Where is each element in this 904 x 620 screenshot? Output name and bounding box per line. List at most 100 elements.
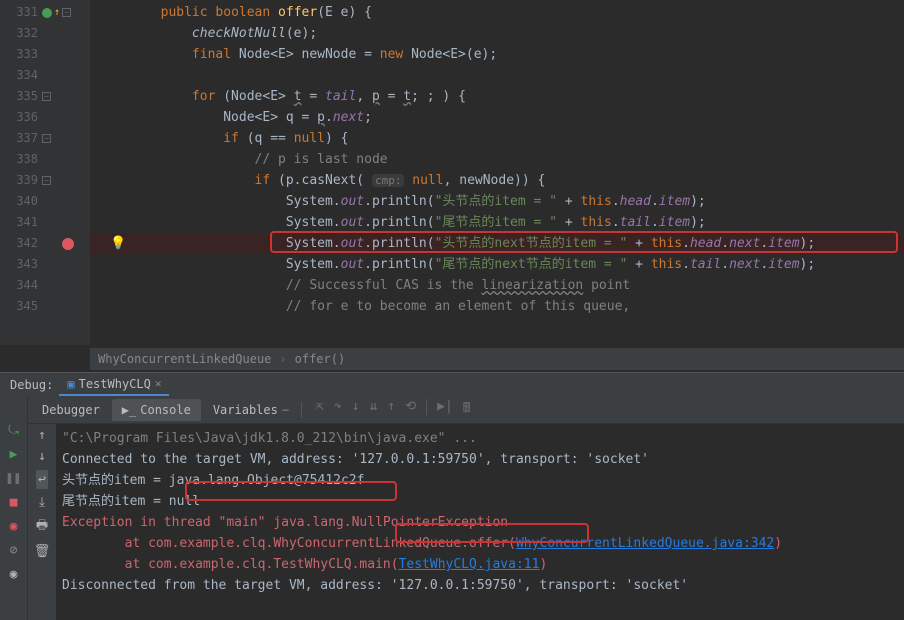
console-icon: ▶_ xyxy=(122,403,136,417)
line-number: 333 xyxy=(4,44,38,65)
line-number: 336 xyxy=(4,107,38,128)
tab-console[interactable]: ▶_ Console xyxy=(112,399,201,421)
camera-icon[interactable]: ◉ xyxy=(6,566,22,582)
code-line[interactable]: checkNotNull(e); xyxy=(90,23,904,44)
show-execution-point-icon[interactable]: ⇱ xyxy=(316,399,324,421)
scroll-down-icon[interactable]: ↓ xyxy=(38,449,46,464)
debug-run-tab[interactable]: ▣ TestWhyCLQ ✕ xyxy=(59,373,169,396)
override-icon[interactable] xyxy=(42,8,52,18)
breakpoint-icon[interactable] xyxy=(62,238,74,250)
line-number: 344 xyxy=(4,275,38,296)
code-line[interactable]: if (p.casNext( cmp: null, newNode)) { xyxy=(90,170,904,191)
code-line[interactable]: System.out.println("头节点的item = " + this.… xyxy=(90,191,904,212)
gutter-row[interactable]: 342 xyxy=(0,233,90,254)
print-icon[interactable]: 🖶 xyxy=(36,516,48,538)
code-line[interactable] xyxy=(90,65,904,86)
breadcrumb-class[interactable]: WhyConcurrentLinkedQueue xyxy=(98,352,271,366)
tab-variables[interactable]: Variables − xyxy=(203,399,299,421)
line-number: 342 xyxy=(4,233,38,254)
pause-icon[interactable]: ❚❚ xyxy=(6,470,22,486)
console-line: 尾节点的item = null xyxy=(62,491,898,512)
code-line[interactable]: public boolean offer(E e) { xyxy=(90,2,904,23)
gutter-row[interactable]: 340 xyxy=(0,191,90,212)
code-line[interactable]: for (Node<E> t = tail, p = t; ; ) { xyxy=(90,86,904,107)
step-out-icon[interactable]: ↑ xyxy=(387,399,395,421)
line-number: 337 xyxy=(4,128,38,149)
stacktrace-link[interactable]: TestWhyCLQ.java:11 xyxy=(399,557,540,572)
step-over-icon[interactable]: ↷ xyxy=(334,399,342,421)
code-line[interactable]: // for e to become an element of this qu… xyxy=(90,296,904,317)
tab-debugger[interactable]: Debugger xyxy=(32,399,110,421)
gutter-row[interactable]: 336 xyxy=(0,107,90,128)
console-line: Disconnected from the target VM, address… xyxy=(62,575,898,596)
clear-icon[interactable]: 🗑 xyxy=(34,544,51,559)
line-number: 341 xyxy=(4,212,38,233)
mute-breakpoints-icon[interactable]: ⊘ xyxy=(6,542,22,558)
gutter-row[interactable]: 338 xyxy=(0,149,90,170)
line-number: 345 xyxy=(4,296,38,317)
code-line[interactable]: System.out.println("尾节点的next节点的item = " … xyxy=(90,254,904,275)
close-icon[interactable]: ✕ xyxy=(155,377,162,390)
code-area[interactable]: public boolean offer(E e) { checkNotNull… xyxy=(90,0,904,345)
intention-bulb-icon[interactable]: 💡 xyxy=(110,233,126,254)
step-into-icon[interactable]: ↓ xyxy=(352,399,360,421)
debug-left-toolbar: ⤿ ▶ ❚❚ ■ ◉ ⊘ ◉ xyxy=(0,396,28,620)
console-line: "C:\Program Files\Java\jdk1.8.0_212\bin\… xyxy=(62,428,898,449)
drop-frame-icon[interactable]: ⟲ xyxy=(405,399,416,421)
separator xyxy=(301,402,302,418)
code-line[interactable]: // p is last node xyxy=(90,149,904,170)
code-line[interactable]: if (q == null) { xyxy=(90,128,904,149)
line-number: 331 xyxy=(4,2,38,23)
fold-icon[interactable]: − xyxy=(42,134,51,143)
fold-icon[interactable]: − xyxy=(42,176,51,185)
console-line: 头节点的item = java.lang.Object@75412c2f xyxy=(62,470,898,491)
gutter-row[interactable]: 332 xyxy=(0,23,90,44)
code-line[interactable]: Node<E> q = p.next; xyxy=(90,107,904,128)
code-line[interactable]: 💡 System.out.println("头节点的next节点的item = … xyxy=(90,233,904,254)
gutter-row[interactable]: 345 xyxy=(0,296,90,317)
gutter-row[interactable]: 331 ↑− xyxy=(0,2,90,23)
gutter-row[interactable]: 343 xyxy=(0,254,90,275)
override-up-icon[interactable]: ↑ xyxy=(54,2,60,23)
line-number: 338 xyxy=(4,149,38,170)
line-number: 332 xyxy=(4,23,38,44)
gutter-row[interactable]: 344 xyxy=(0,275,90,296)
code-line[interactable]: final Node<E> newNode = new Node<E>(e); xyxy=(90,44,904,65)
line-number: 334 xyxy=(4,65,38,86)
rerun-icon[interactable]: ⤿ xyxy=(6,422,22,438)
gutter: 331↑−332333334335−336337−338339−34034134… xyxy=(0,0,90,345)
console-line: at com.example.clq.TestWhyCLQ.main(TestW… xyxy=(62,554,898,575)
code-line[interactable]: // Successful CAS is the linearization p… xyxy=(90,275,904,296)
resume-icon[interactable]: ▶ xyxy=(6,446,22,462)
line-number: 339 xyxy=(4,170,38,191)
code-editor[interactable]: 331↑−332333334335−336337−338339−34034134… xyxy=(0,0,904,345)
scroll-to-end-icon[interactable]: ⤓ xyxy=(39,495,45,510)
debug-tab-name: TestWhyCLQ xyxy=(79,377,151,391)
console-line: Exception in thread "main" java.lang.Nul… xyxy=(62,512,898,533)
console-output[interactable]: "C:\Program Files\Java\jdk1.8.0_212\bin\… xyxy=(56,424,904,620)
gutter-row[interactable]: 339− xyxy=(0,170,90,191)
breadcrumb-method[interactable]: offer() xyxy=(295,352,346,366)
gutter-row[interactable]: 333 xyxy=(0,44,90,65)
gutter-row[interactable]: 337− xyxy=(0,128,90,149)
view-breakpoints-icon[interactable]: ◉ xyxy=(6,518,22,534)
stacktrace-link[interactable]: WhyConcurrentLinkedQueue.java:342 xyxy=(516,536,774,551)
gutter-row[interactable]: 335− xyxy=(0,86,90,107)
scroll-up-icon[interactable]: ↑ xyxy=(38,428,46,443)
code-line[interactable]: System.out.println("尾节点的item = " + this.… xyxy=(90,212,904,233)
gutter-row[interactable]: 341 xyxy=(0,212,90,233)
fold-icon[interactable]: − xyxy=(42,92,51,101)
run-to-cursor-icon[interactable]: ▶| xyxy=(437,399,453,421)
console-side-toolbar: ↑ ↓ ↩ ⤓ 🖶 🗑 xyxy=(28,424,56,620)
stop-icon[interactable]: ■ xyxy=(6,494,22,510)
debug-panel: Debug: ▣ TestWhyCLQ ✕ ⤿ ▶ ❚❚ ■ ◉ ⊘ ◉ Deb… xyxy=(0,372,904,620)
console-line: Connected to the target VM, address: '12… xyxy=(62,449,898,470)
fold-icon[interactable]: − xyxy=(62,8,71,17)
force-step-into-icon[interactable]: ⇊ xyxy=(370,399,378,421)
soft-wrap-icon[interactable]: ↩ xyxy=(36,470,48,489)
line-number: 343 xyxy=(4,254,38,275)
breadcrumb[interactable]: WhyConcurrentLinkedQueue › offer() xyxy=(90,348,904,370)
gutter-row[interactable]: 334 xyxy=(0,65,90,86)
debug-inner-tabs: Debugger ▶_ Console Variables − ⇱ ↷ ↓ ⇊ … xyxy=(28,396,904,424)
evaluate-icon[interactable]: 🖩 xyxy=(463,399,471,421)
